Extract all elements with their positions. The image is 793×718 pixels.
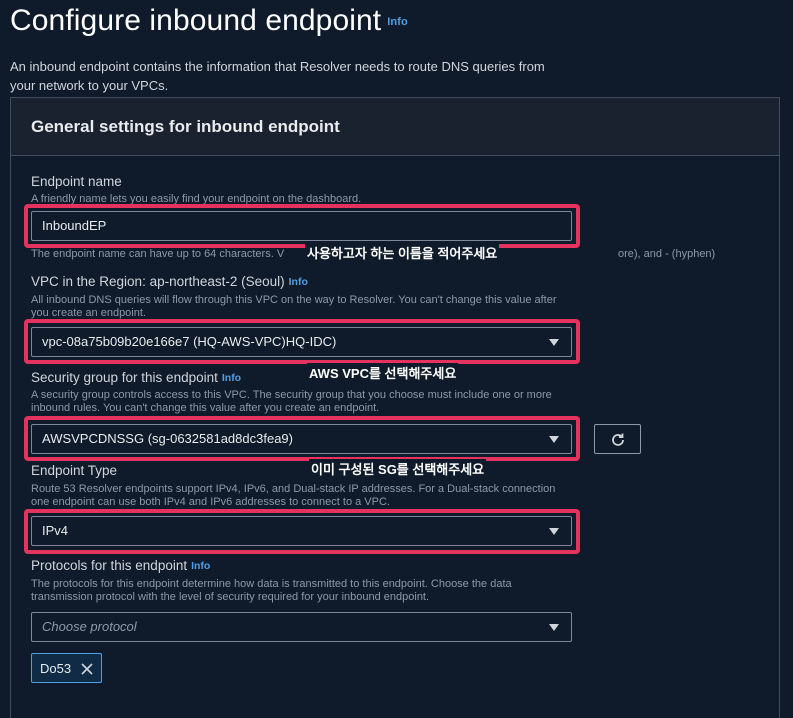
vpc-annotation: AWS VPC를 선택해주세요 [307, 363, 459, 382]
refresh-button[interactable] [594, 424, 641, 454]
vpc-label: VPC in the Region: ap-northeast-2 (Seoul… [31, 274, 308, 289]
endpoint-name-hint: The endpoint name can have up to 64 char… [31, 248, 285, 260]
protocols-description: The protocols for this endpoint determin… [31, 578, 512, 603]
page-title-text: Configure inbound endpoint [10, 4, 382, 37]
protocols-label: Protocols for this endpoint Info [31, 558, 210, 573]
panel-header: General settings for inbound endpoint [11, 98, 779, 156]
endpoint-name-description: A friendly name lets you easily find you… [31, 193, 362, 204]
endpoint-type-highlight [24, 509, 580, 554]
endpoint-type-label: Endpoint Type [31, 463, 118, 478]
security-group-description: A security group controls access to this… [31, 389, 552, 414]
endpoint-name-label: Endpoint name [31, 174, 122, 189]
refresh-icon [612, 433, 624, 446]
vpc-info-link[interactable]: Info [289, 276, 308, 288]
vpc-highlight [24, 319, 580, 364]
security-group-annotation: 이미 구성된 SG를 선택해주세요 [309, 459, 487, 478]
security-group-info-link[interactable]: Info [222, 372, 241, 384]
endpoint-name-hint-end: ore), and - (hyphen) [618, 248, 716, 260]
vpc-label-text: VPC in the Region: ap-northeast-2 (Seoul… [31, 274, 285, 289]
page-description: An inbound endpoint contains the informa… [10, 59, 545, 93]
token-close-icon[interactable] [81, 662, 93, 675]
security-group-label-text: Security group for this endpoint [31, 370, 218, 385]
page-title: Configure inbound endpoint Info [10, 4, 408, 38]
security-group-label: Security group for this endpoint Info [31, 370, 241, 385]
protocol-select[interactable]: Choose protocol [31, 612, 572, 642]
protocols-info-link[interactable]: Info [191, 560, 210, 572]
vpc-description: All inbound DNS queries will flow throug… [31, 294, 557, 319]
protocol-token-label: Do53 [40, 660, 72, 676]
protocol-select-placeholder: Choose protocol [42, 619, 137, 634]
endpoint-name-highlight [24, 204, 580, 248]
page-info-link[interactable]: Info [387, 16, 408, 28]
general-settings-panel: General settings for inbound endpoint En… [10, 97, 780, 718]
security-group-highlight [24, 416, 580, 461]
protocol-token: Do53 [31, 653, 103, 683]
protocols-label-text: Protocols for this endpoint [31, 558, 188, 573]
endpoint-name-annotation: 사용하고자 하는 이름을 적어주세요 [305, 243, 500, 262]
protocol-caret-down-icon [549, 624, 559, 631]
panel-title: General settings for inbound endpoint [31, 117, 340, 136]
endpoint-type-description: Route 53 Resolver endpoints support IPv4… [31, 483, 556, 508]
